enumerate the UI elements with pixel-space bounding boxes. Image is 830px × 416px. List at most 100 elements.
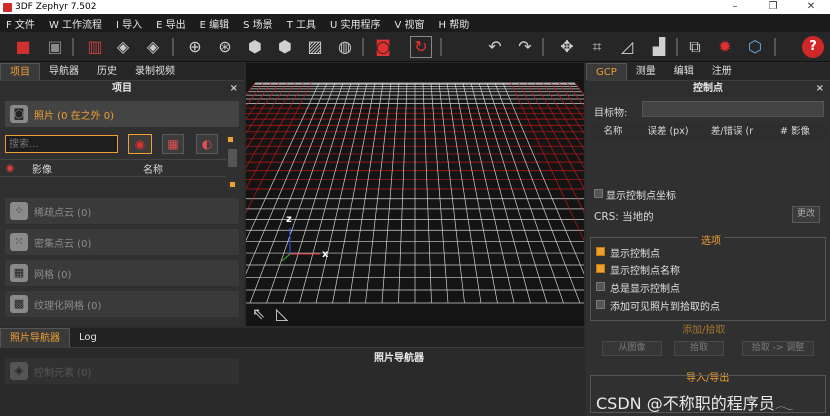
- calendar-button[interactable]: ▦: [162, 134, 184, 154]
- menu-import[interactable]: I 导入: [116, 16, 142, 31]
- redo-icon[interactable]: ↷: [514, 36, 536, 58]
- col-name[interactable]: 名称: [590, 123, 636, 141]
- tab-gcp[interactable]: GCP: [586, 63, 627, 80]
- measure-icon[interactable]: ◿: [616, 36, 638, 58]
- list-item[interactable]: ⁙ 密集点云 (0): [5, 229, 239, 255]
- tab-record-video[interactable]: 录制视频: [126, 63, 184, 80]
- photo-navigator-title: 照片导航器: [374, 353, 424, 364]
- tab-history[interactable]: 历史: [88, 63, 126, 80]
- photo-strip-icon[interactable]: ▥: [84, 36, 106, 58]
- show-control-points-label: 显示控制点: [610, 249, 660, 260]
- tab-project[interactable]: 项目: [0, 63, 40, 80]
- menu-view[interactable]: V 视窗: [394, 16, 424, 31]
- bottom-panel: 照片导航器 Log 照片导航器 ◈ 控制元素 (0): [0, 328, 584, 416]
- col-image[interactable]: 影像: [20, 161, 80, 176]
- dense-cloud-icon: ⁙: [10, 233, 28, 251]
- show-control-points-checkbox[interactable]: [596, 247, 605, 256]
- pick-adjust-button[interactable]: 拾取 -> 调整: [742, 341, 814, 356]
- tab-photo-navigator[interactable]: 照片导航器: [0, 328, 70, 347]
- minimize-button[interactable]: –: [716, 0, 754, 14]
- refresh-icon[interactable]: ↻: [410, 36, 432, 58]
- export-mesh-icon[interactable]: ⬢: [274, 36, 296, 58]
- menu-file[interactable]: F 文件: [6, 16, 35, 31]
- close-panel-icon[interactable]: ×: [230, 81, 238, 97]
- settings-gear-icon[interactable]: ✹: [714, 36, 736, 58]
- control-elements-icon: ◈: [10, 362, 28, 380]
- close-button[interactable]: ✕: [792, 0, 830, 14]
- col-images[interactable]: # 影像: [764, 123, 826, 141]
- textured-mesh-icon: ▩: [10, 295, 28, 313]
- close-panel-icon[interactable]: ×: [816, 81, 824, 97]
- maximize-button[interactable]: ❐: [754, 0, 792, 14]
- show-point-names-checkbox[interactable]: [596, 264, 605, 273]
- always-show-points-checkbox[interactable]: [596, 282, 605, 291]
- tab-navigator[interactable]: 导航器: [40, 63, 88, 80]
- target-select[interactable]: [642, 101, 824, 117]
- sparse-cloud-icon: ⁘: [10, 202, 28, 220]
- dense-cloud-icon[interactable]: ◈: [142, 36, 164, 58]
- photo-table-header: ◉ 影像 名称: [0, 159, 226, 177]
- search-input[interactable]: [5, 135, 118, 153]
- col-name[interactable]: 名称: [80, 161, 226, 176]
- list-item[interactable]: ▩ 纹理化网格 (0): [5, 291, 239, 317]
- title-bar: 3DF Zephyr 7.502 – ❐ ✕: [0, 0, 830, 14]
- help-icon[interactable]: ?: [802, 36, 824, 58]
- left-tabs: 项目 导航器 历史 录制视频: [0, 63, 244, 81]
- import-points-icon[interactable]: ⊕: [184, 36, 206, 58]
- list-item[interactable]: ◈ 控制元素 (0): [5, 358, 239, 384]
- tab-log[interactable]: Log: [70, 328, 106, 347]
- tab-edit[interactable]: 编辑: [665, 63, 703, 80]
- stats-icon[interactable]: ▟: [648, 36, 670, 58]
- camera-icon[interactable]: ◙: [372, 36, 394, 58]
- measure-triangle-icon[interactable]: ◺: [276, 304, 288, 323]
- crs-label: CRS: 当地的: [594, 211, 654, 223]
- panel-option-marker[interactable]: [226, 135, 235, 144]
- pick-button[interactable]: 拾取: [674, 341, 724, 356]
- menu-utilities[interactable]: U 实用程序: [330, 16, 381, 31]
- camera-icon: ◙: [10, 105, 28, 123]
- save-project-icon[interactable]: ▣: [44, 36, 66, 58]
- import-image-icon[interactable]: ▨: [304, 36, 326, 58]
- import-mesh-icon[interactable]: ⬢: [244, 36, 266, 58]
- tab-register[interactable]: 注册: [703, 63, 741, 80]
- show-coords-checkbox[interactable]: [594, 189, 603, 198]
- eye-icon[interactable]: ◉: [0, 163, 20, 174]
- new-project-icon[interactable]: ■: [12, 36, 34, 58]
- add-visible-photos-checkbox[interactable]: [596, 300, 605, 309]
- photos-row[interactable]: ◙ 照片 (0 在之外 0): [5, 101, 239, 127]
- menu-workflow[interactable]: W 工作流程: [49, 16, 102, 31]
- from-image-button[interactable]: 从图像: [602, 341, 662, 356]
- menu-export[interactable]: E 导出: [156, 16, 186, 31]
- sparse-cloud-icon[interactable]: ◈: [112, 36, 134, 58]
- panel-option-marker-2[interactable]: [228, 180, 237, 189]
- app-logo-icon: [3, 2, 12, 12]
- scrollbar-thumb[interactable]: [228, 149, 237, 167]
- menu-help[interactable]: H 帮助: [439, 16, 470, 31]
- script-icon[interactable]: ⧉: [684, 36, 706, 58]
- axis-z-label: z: [286, 214, 292, 225]
- menu-scene[interactable]: S 场景: [243, 16, 273, 31]
- show-coords-label: 显示控制点坐标: [606, 191, 676, 202]
- select-cursor-icon[interactable]: ⇖: [252, 304, 265, 323]
- col-error[interactable]: 误差 (px): [636, 123, 700, 141]
- location-button[interactable]: ◐: [196, 134, 218, 154]
- list-item[interactable]: ⁘ 稀疏点云 (0): [5, 198, 239, 224]
- project-panel: 项目 导航器 历史 录制视频 项目× ◙ 照片 (0 在之外 0) ◉ ▦ ◐ …: [0, 63, 244, 326]
- mesh-icon: ▦: [10, 264, 28, 282]
- tab-measure[interactable]: 测量: [627, 63, 665, 80]
- undo-icon[interactable]: ↶: [484, 36, 506, 58]
- 3d-viewport[interactable]: z x ⇖ ◺: [246, 63, 584, 326]
- 3d-cube-icon[interactable]: ⬡: [744, 36, 766, 58]
- menu-edit[interactable]: E 编辑: [200, 16, 230, 31]
- target-label: 目标物:: [594, 108, 628, 119]
- export-points-icon[interactable]: ⊛: [214, 36, 236, 58]
- col-delta[interactable]: 差/错误 (r: [700, 123, 764, 141]
- transform-icon[interactable]: ✥: [556, 36, 578, 58]
- crop-icon[interactable]: ⌗: [586, 36, 608, 58]
- menu-tools[interactable]: T 工具: [287, 16, 316, 31]
- change-crs-button[interactable]: 更改: [792, 206, 820, 223]
- list-item[interactable]: ▦ 网格 (0): [5, 260, 239, 286]
- filter-photo-button[interactable]: ◉: [128, 134, 152, 154]
- options-title: 选项: [698, 232, 724, 247]
- export-sphere-icon[interactable]: ◍: [334, 36, 356, 58]
